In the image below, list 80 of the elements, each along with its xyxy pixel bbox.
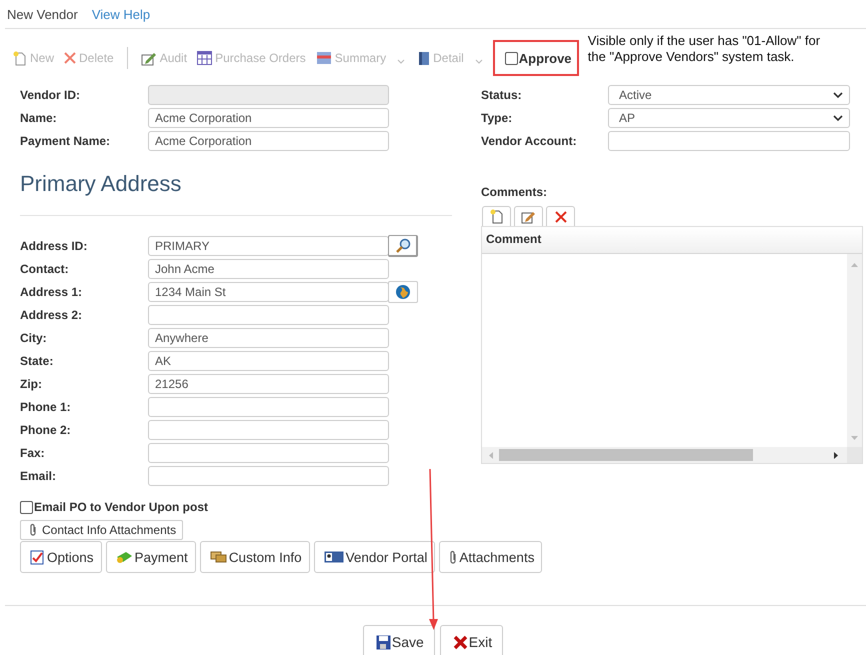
dropdown[interactable]: Active	[608, 85, 850, 105]
section-button[interactable]: Payment	[106, 541, 196, 573]
report-icon	[316, 51, 332, 65]
scrollbar[interactable]	[847, 254, 862, 447]
calendar-icon	[197, 51, 212, 65]
field-label: Vendor ID:	[20, 88, 82, 102]
field-label: Status:	[481, 88, 523, 102]
input-field[interactable]	[148, 397, 389, 417]
cards-icon	[210, 551, 227, 563]
input-field[interactable]	[608, 131, 850, 151]
edit-comment-button[interactable]	[514, 206, 543, 226]
input-field[interactable]: John Acme	[148, 259, 389, 279]
annotation-note: Visible only if the user has "01-Allow" for the "Approve Vendors" system task.	[588, 33, 822, 65]
input-field[interactable]: Anywhere	[148, 328, 389, 348]
add-comment-button[interactable]	[482, 206, 511, 226]
scrollbar[interactable]	[482, 447, 847, 463]
scroll-right-icon[interactable]	[834, 452, 839, 458]
field-label: Vendor Account:	[481, 134, 578, 148]
field-label: Address ID:	[20, 239, 88, 253]
paperclip-icon	[29, 523, 37, 537]
edit-document-icon	[140, 50, 157, 66]
input-field[interactable]	[148, 466, 389, 486]
contact-attachments-button[interactable]: Contact Info Attachments	[20, 520, 184, 540]
dropdown[interactable]: AP	[608, 108, 850, 128]
globe-icon	[395, 284, 411, 300]
email-po-checkbox[interactable]: Email PO to Vendor Upon post	[20, 499, 208, 515]
section-button[interactable]: Options	[20, 541, 102, 573]
scroll-up-icon[interactable]	[851, 262, 858, 267]
comments-label: Comments:	[481, 185, 548, 201]
footer-button[interactable]: Exit	[440, 625, 504, 655]
map-button[interactable]	[388, 281, 418, 303]
delete-icon	[554, 210, 566, 222]
field-label: Fax:	[20, 446, 46, 460]
search-icon	[394, 238, 410, 254]
chevron-icon	[833, 114, 843, 122]
scrollbar-thumb[interactable]	[499, 449, 753, 461]
delete-comment-button[interactable]	[546, 206, 575, 226]
section-button[interactable]: Custom Info	[200, 541, 310, 573]
field-label: Payment Name:	[20, 134, 112, 148]
field-label: Address 1:	[20, 285, 84, 299]
field-label: Zip:	[20, 377, 43, 391]
field-label: Name:	[20, 111, 58, 125]
id-card-icon	[324, 551, 344, 563]
page-title: New Vendor	[7, 6, 78, 22]
field-label: State:	[20, 354, 54, 368]
input-field[interactable]: PRIMARY	[148, 236, 389, 256]
chevron-icon	[833, 92, 843, 98]
section-button[interactable]: Attachments	[439, 541, 542, 573]
scroll-down-icon[interactable]	[851, 436, 858, 441]
field-label: Phone 2:	[20, 423, 72, 437]
scroll-left-icon[interactable]	[488, 452, 493, 458]
search-button[interactable]	[388, 235, 418, 257]
book-icon	[418, 50, 430, 66]
field-label: Address 2:	[20, 308, 84, 322]
new-document-icon	[490, 209, 504, 224]
close-icon	[452, 634, 468, 650]
input-field[interactable]: 21256	[148, 374, 389, 394]
approve-checkbox[interactable]: Approve	[504, 50, 572, 66]
new-document-icon	[13, 50, 27, 66]
footer-button[interactable]: Save	[362, 625, 435, 655]
section-heading: Primary Address	[20, 171, 182, 198]
delete-icon	[64, 52, 76, 64]
input-field[interactable]: Acme Corporation	[148, 131, 389, 151]
edit-document-icon	[521, 210, 536, 224]
paperclip-icon	[449, 550, 458, 564]
input-field[interactable]: AK	[148, 351, 389, 371]
field-label: Phone 1:	[20, 400, 72, 414]
input-field[interactable]	[148, 443, 389, 463]
checklist-icon	[30, 550, 45, 564]
field-label: Type:	[481, 111, 514, 125]
input-field[interactable]: Acme Corporation	[148, 108, 389, 128]
field-label: Contact:	[20, 262, 70, 276]
section-button[interactable]: Vendor Portal	[314, 541, 436, 573]
input-field[interactable]	[148, 305, 389, 325]
field-label: City:	[20, 331, 48, 345]
money-icon	[116, 550, 133, 564]
input-field[interactable]: 1234 Main St	[148, 282, 389, 302]
input-field[interactable]	[148, 420, 389, 440]
view-help-link[interactable]: View Help	[92, 6, 150, 22]
field-label: Email:	[20, 469, 58, 483]
